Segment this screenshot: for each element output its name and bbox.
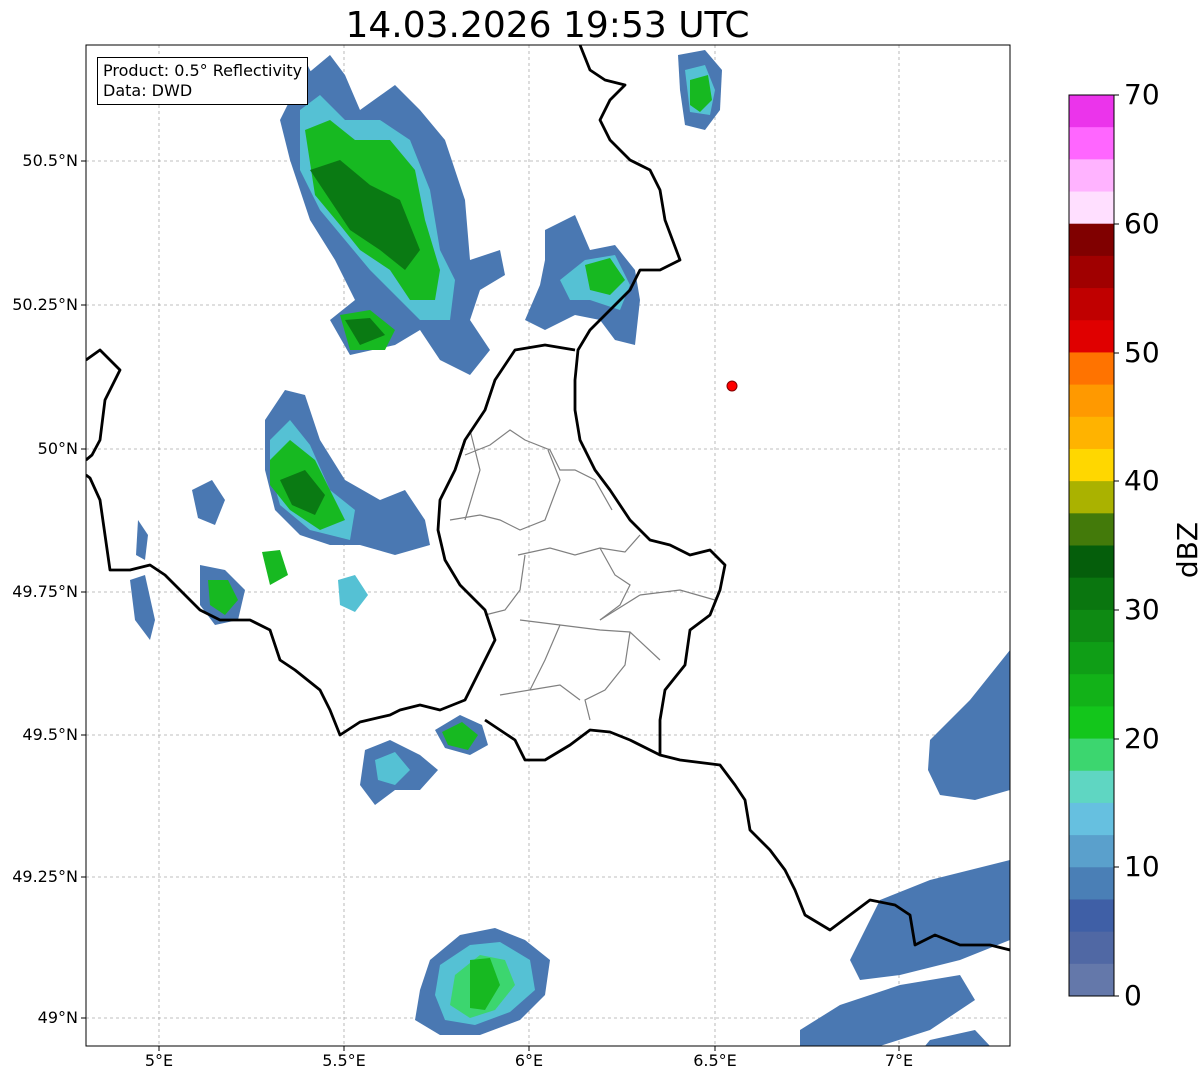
x-tick-label: 7°E: [884, 1051, 914, 1070]
echo-cell: [338, 575, 368, 612]
x-tick-label: 6°E: [514, 1051, 544, 1070]
gridlines: [86, 45, 1010, 1046]
echo-cell: [415, 928, 550, 1035]
echo-cell: [525, 215, 640, 345]
colorbar-segment: [1069, 191, 1114, 225]
colorbar-segment: [1069, 448, 1114, 482]
product-label: Product: 0.5° Reflectivity: [103, 61, 303, 80]
x-tick-label: 5°E: [144, 1051, 174, 1070]
colorbar-segment: [1069, 770, 1114, 804]
x-tick-label: 5.5°E: [322, 1051, 366, 1070]
colorbar-segment: [1069, 738, 1114, 772]
colorbar-segment: [1069, 867, 1114, 900]
colorbar-segment: [1069, 802, 1114, 836]
colorbar-tick-label: 40: [1124, 464, 1160, 497]
echo-cell: [435, 715, 488, 755]
colorbar-tick-label: 70: [1124, 78, 1160, 111]
radar-echoes: [130, 50, 1010, 1046]
colorbar-tick-label: 0: [1124, 979, 1142, 1012]
radar-station-marker: [726, 380, 738, 392]
echo-cell: [800, 975, 975, 1046]
y-tick-label: 49.75°N: [12, 582, 78, 601]
colorbar-segment: [1069, 513, 1114, 546]
y-tick-label: 49.5°N: [22, 725, 78, 744]
colorbar-tick-label: 60: [1124, 207, 1160, 240]
y-tick-label: 49.25°N: [12, 867, 78, 886]
map-frame: [85, 44, 1011, 1047]
colorbar-segment: [1069, 95, 1114, 128]
echo-cell: [262, 550, 288, 585]
echo-cell: [678, 50, 722, 130]
colorbar-tick-label: 20: [1124, 722, 1160, 755]
colorbar-segment: [1069, 577, 1114, 611]
echo-cell: [136, 520, 148, 560]
colorbar-segment: [1069, 384, 1114, 418]
colorbar-segment: [1069, 963, 1114, 997]
radar-map: [81, 44, 1119, 1051]
colorbar-segment: [1069, 931, 1114, 965]
y-tick-label: 50°N: [37, 439, 78, 458]
colorbar-label: dBZ: [1171, 521, 1202, 579]
colorbar-segment: [1069, 609, 1114, 643]
colorbar-tick-label: 10: [1124, 850, 1160, 883]
echo-cell: [130, 575, 155, 640]
echo-cell: [928, 650, 1010, 800]
y-tick-label: 50.5°N: [22, 151, 78, 170]
y-tick-label: 50.25°N: [12, 295, 78, 314]
echo-cell: [925, 1030, 990, 1046]
colorbar-segment: [1069, 288, 1114, 321]
echo-cell: [265, 390, 430, 555]
colorbar-segment: [1069, 674, 1114, 707]
colorbar-tick-label: 30: [1124, 593, 1160, 626]
data-source-label: Data: DWD: [103, 81, 193, 100]
colorbar-segment: [1069, 416, 1114, 450]
colorbar-segment: [1069, 706, 1114, 740]
colorbar-tick-label: 50: [1124, 336, 1160, 369]
colorbar-segment: [1069, 159, 1114, 193]
colorbar-segment: [1069, 481, 1114, 514]
echo-cell: [850, 860, 1010, 980]
echo-cell: [280, 55, 505, 375]
colorbar-segment: [1069, 127, 1114, 160]
y-tick-label: 49°N: [37, 1008, 78, 1027]
colorbar: [1069, 95, 1114, 997]
echo-cell: [200, 565, 245, 625]
country-borders: [86, 45, 1010, 952]
colorbar-segment: [1069, 223, 1114, 257]
x-tick-label: 6.5°E: [693, 1051, 737, 1070]
colorbar-segment: [1069, 255, 1114, 289]
product-info-box: Product: 0.5° Reflectivity Data: DWD: [97, 57, 309, 105]
colorbar-segment: [1069, 642, 1114, 675]
colorbar-segment: [1069, 352, 1114, 386]
colorbar-segment: [1069, 320, 1114, 353]
echo-cell: [192, 480, 225, 525]
colorbar-segment: [1069, 899, 1114, 933]
colorbar-segment: [1069, 545, 1114, 579]
colorbar-segment: [1069, 835, 1114, 868]
